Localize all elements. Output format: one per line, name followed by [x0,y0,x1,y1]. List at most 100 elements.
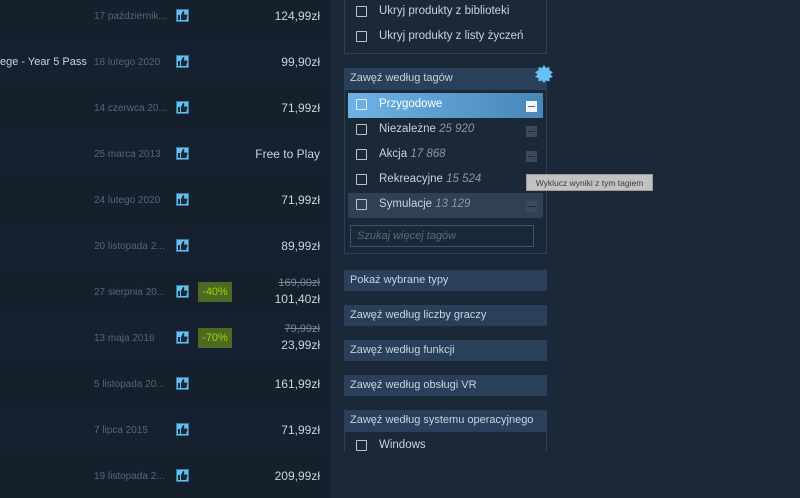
result-row[interactable]: 14 czerwca 20... 71,99zł [0,84,331,130]
original-price: 169,00zł [278,277,320,289]
hide-library-option[interactable]: Ukryj produkty z biblioteki [344,0,547,25]
release-date: 18 lutego 2020 [94,57,161,68]
tag-label: Rekreacyjne 15 524 [379,173,481,185]
tags-filter-title: Zawęź według tagów [350,72,453,84]
checkbox[interactable] [356,149,367,160]
exclude-tag-icon[interactable] [526,201,537,212]
tag-name: Rekreacyjne [379,173,443,185]
result-row[interactable]: 20 listopada 2... 89,99zł [0,222,331,268]
game-title: ege - Year 5 Pass [0,56,87,68]
release-date: 17 październik... [94,11,166,22]
thumbs-up-icon [176,285,189,298]
release-date: 14 czerwca 20... [94,103,166,114]
tag-label: Akcja 17 868 [379,148,446,160]
price: 209,99zł [274,469,320,483]
release-date: 19 listopada 2... [94,471,165,482]
section-types[interactable]: Pokaż wybrane typy [344,270,547,291]
discount-badge: -40% [198,282,232,302]
tag-option[interactable]: Symulacje 13 129 [348,193,543,218]
final-price: 101,40zł [274,292,320,306]
thumbs-up-icon [176,331,189,344]
os-windows-label: Windows [379,439,426,451]
tag-search-placeholder: Szukaj więcej tagów [357,230,457,242]
checkbox[interactable] [356,124,367,135]
result-row[interactable]: 19 listopada 2... 209,99zł [0,452,331,498]
final-price: 23,99zł [281,338,320,352]
thumbs-up-icon [176,101,189,114]
release-date: 25 marca 2013 [94,149,161,160]
checkbox[interactable] [356,6,367,17]
price: 124,99zł [274,9,320,23]
tag-count: 17 868 [410,148,446,160]
thumbs-up-icon [176,469,189,482]
result-row[interactable]: 27 sierpnia 20... -40% 169,00zł 101,40zł [0,268,331,314]
section-features[interactable]: Zawęź według funkcji [344,340,547,361]
result-row[interactable]: 7 lipca 2015 71,99zł [0,406,331,452]
release-date: 7 lipca 2015 [94,425,148,436]
price: Free to Play [255,147,320,161]
tag-name: Niezależne [379,123,436,135]
checkbox[interactable] [356,99,367,110]
release-date: 13 maja 2016 [94,333,155,344]
checkbox[interactable] [356,31,367,42]
tag-option[interactable]: Niezależne 25 920 [344,118,547,143]
new-badge-icon [535,65,553,83]
price: 161,99zł [274,377,320,391]
release-date: 20 listopada 2... [94,241,165,252]
section-label: Zawęź według liczby graczy [350,309,487,321]
result-row[interactable]: 24 lutego 2020 71,99zł [0,176,331,222]
thumbs-up-icon [176,55,189,68]
checkbox[interactable] [356,440,367,451]
section-label: Pokaż wybrane typy [350,274,449,286]
tag-label: Przygodowe [379,98,442,110]
tag-name: Akcja [379,148,408,160]
result-row[interactable]: 5 listopada 20... 161,99zł [0,360,331,406]
tag-option[interactable]: Akcja 17 868 [344,143,547,168]
result-row[interactable]: ege - Year 5 Pass 18 lutego 2020 99,90zł [0,38,331,84]
os-windows-option[interactable]: Windows [344,434,547,459]
exclude-tag-icon[interactable] [526,151,537,162]
search-results-list: 17 październik... 124,99zł ege - Year 5 Pa… [0,0,331,498]
discount-badge: -70% [198,328,232,348]
release-date: 5 listopada 20... [94,379,165,390]
price: 71,99zł [281,101,320,115]
tag-count: 15 524 [446,173,482,185]
tag-count: 13 129 [435,198,471,210]
price: 89,99zł [281,239,320,253]
tags-filter-header[interactable]: Zawęź według tagów [344,68,547,89]
exclude-tag-icon[interactable] [526,101,537,112]
original-price: 79,99zł [284,323,320,335]
tag-option[interactable]: Rekreacyjne 15 524 [344,168,547,193]
tag-name: Przygodowe [379,98,443,110]
section-os[interactable]: Zawęź według systemu operacyjnego [344,410,547,431]
thumbs-up-icon [176,193,189,206]
tag-option[interactable]: Przygodowe [348,93,543,118]
thumbs-up-icon [176,147,189,160]
hide-wishlist-label: Ukryj produkty z listy życzeń [379,30,524,42]
hide-library-label: Ukryj produkty z biblioteki [379,5,510,17]
tag-label: Niezależne 25 920 [379,123,474,135]
tag-search-input[interactable]: Szukaj więcej tagów [350,225,534,247]
result-row[interactable]: 17 październik... 124,99zł [0,0,331,38]
checkbox[interactable] [356,174,367,185]
release-date: 24 lutego 2020 [94,195,161,206]
thumbs-up-icon [176,377,189,390]
tag-name: Symulacje [379,198,433,210]
section-players[interactable]: Zawęź według liczby graczy [344,305,547,326]
result-row[interactable]: 25 marca 2013 Free to Play [0,130,331,176]
price: 71,99zł [281,423,320,437]
exclude-tag-icon[interactable] [526,126,537,137]
hide-wishlist-option[interactable]: Ukryj produkty z listy życzeń [344,25,547,50]
section-label: Zawęź według systemu operacyjnego [350,414,534,426]
section-vr[interactable]: Zawęź według obsługi VR [344,375,547,396]
thumbs-up-icon [176,9,189,22]
section-label: Zawęź według funkcji [350,344,455,356]
price: 71,99zł [281,193,320,207]
result-row[interactable]: 13 maja 2016 -70% 79,99zł 23,99zł [0,314,331,360]
tag-count: 25 920 [439,123,475,135]
checkbox[interactable] [356,199,367,210]
thumbs-up-icon [176,423,189,436]
tooltip-text: Wyklucz wyniki z tym tagiem [535,178,644,188]
release-date: 27 sierpnia 20... [94,287,166,298]
section-label: Zawęź według obsługi VR [350,379,477,391]
